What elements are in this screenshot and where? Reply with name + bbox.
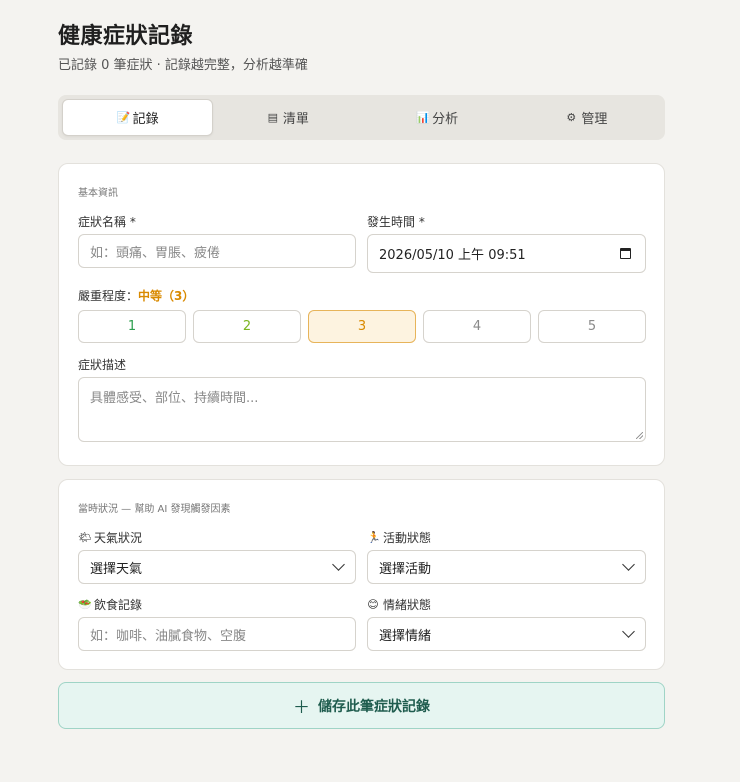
basic-info-card: 基本資訊 症狀名稱 * 如：頭痛、胃脹、疲倦 發生時間 * 2026/05/10… xyxy=(58,163,665,466)
salad-icon: 🥗 xyxy=(78,598,92,611)
mood-select[interactable]: 選擇情緒 xyxy=(367,617,646,651)
section-label-context: 當時狀況 — 幫助 AI 發現觸發因素 xyxy=(78,504,231,515)
severity-option-1[interactable]: 1 xyxy=(78,310,186,343)
weather-label: 🌤 天氣狀況 xyxy=(78,529,142,546)
tab-list[interactable]: ▤ 清單 xyxy=(213,99,362,136)
tab-manage[interactable]: ⚙ 管理 xyxy=(512,99,661,136)
symptom-name-label: 症狀名稱 * xyxy=(78,215,136,229)
tab-label: 記錄 xyxy=(132,112,159,127)
activity-value: 選擇活動 xyxy=(379,561,432,577)
description-label: 症狀描述 xyxy=(78,358,127,372)
save-record-button[interactable]: ＋ 儲存此筆症狀記錄 xyxy=(58,682,665,729)
tab-label: 管理 xyxy=(581,112,608,127)
description-placeholder: 具體感受、部位、持續時間... xyxy=(90,391,259,406)
activity-label-text: 活動狀態 xyxy=(383,531,432,545)
list-icon: ▤ xyxy=(267,111,279,124)
smile-icon: 😊 xyxy=(367,598,379,611)
time-value: 2026/05/10 上午 09:51 xyxy=(379,248,526,263)
running-icon: 🏃 xyxy=(367,531,381,544)
page-title: 健康症狀記錄 xyxy=(58,24,194,49)
context-card: 當時狀況 — 幫助 AI 發現觸發因素 🌤 天氣狀況 選擇天氣 🏃 活動狀態 選… xyxy=(58,479,665,670)
plus-icon: ＋ xyxy=(293,698,310,718)
section-label-basic: 基本資訊 xyxy=(78,188,118,199)
time-label: 發生時間 * xyxy=(367,215,425,229)
weather-value: 選擇天氣 xyxy=(90,561,143,577)
memo-icon: 📝 xyxy=(116,111,131,124)
severity-option-2[interactable]: 2 xyxy=(193,310,301,343)
severity-label-text: 嚴重程度： xyxy=(78,289,139,303)
resize-handle[interactable] xyxy=(636,432,643,439)
bar-chart-icon: 📊 xyxy=(416,111,430,124)
severity-value: 中等（3） xyxy=(138,289,195,303)
tab-bar: 📝 記錄 ▤ 清單 📊 分析 ⚙ 管理 xyxy=(58,95,665,140)
weather-select[interactable]: 選擇天氣 xyxy=(78,550,356,584)
mood-label: 😊 情緒狀態 xyxy=(367,596,431,613)
activity-select[interactable]: 選擇活動 xyxy=(367,550,646,584)
chevron-down-icon xyxy=(622,558,635,571)
time-input[interactable]: 2026/05/10 上午 09:51 xyxy=(367,234,646,273)
calendar-icon[interactable] xyxy=(620,248,631,259)
symptom-name-input[interactable]: 如：頭痛、胃脹、疲倦 xyxy=(78,234,356,268)
tab-label: 清單 xyxy=(282,112,309,127)
severity-label: 嚴重程度： 中等（3） xyxy=(78,287,194,304)
tab-record[interactable]: 📝 記錄 xyxy=(62,99,214,136)
chevron-down-icon xyxy=(622,625,635,638)
save-button-label: 儲存此筆症狀記錄 xyxy=(318,698,430,715)
tab-analysis[interactable]: 📊 分析 xyxy=(363,99,512,136)
gear-icon: ⚙ xyxy=(566,111,577,124)
chevron-down-icon xyxy=(332,558,345,571)
description-textarea[interactable]: 具體感受、部位、持續時間... xyxy=(78,377,646,442)
diet-input[interactable]: 如：咖啡、油膩食物、空腹 xyxy=(78,617,356,651)
weather-label-text: 天氣狀況 xyxy=(94,531,143,545)
mood-label-text: 情緒狀態 xyxy=(383,598,432,612)
sun-cloud-icon: 🌤 xyxy=(78,531,92,544)
severity-option-5[interactable]: 5 xyxy=(538,310,646,343)
page-subtitle: 已記錄 0 筆症狀 · 記錄越完整，分析越準確 xyxy=(58,58,308,73)
severity-option-4[interactable]: 4 xyxy=(423,310,531,343)
diet-label: 🥗 飲食記錄 xyxy=(78,596,142,613)
mood-value: 選擇情緒 xyxy=(379,628,432,644)
diet-label-text: 飲食記錄 xyxy=(94,598,143,612)
severity-option-3[interactable]: 3 xyxy=(308,310,416,343)
tab-label: 分析 xyxy=(432,112,459,127)
activity-label: 🏃 活動狀態 xyxy=(367,529,431,546)
